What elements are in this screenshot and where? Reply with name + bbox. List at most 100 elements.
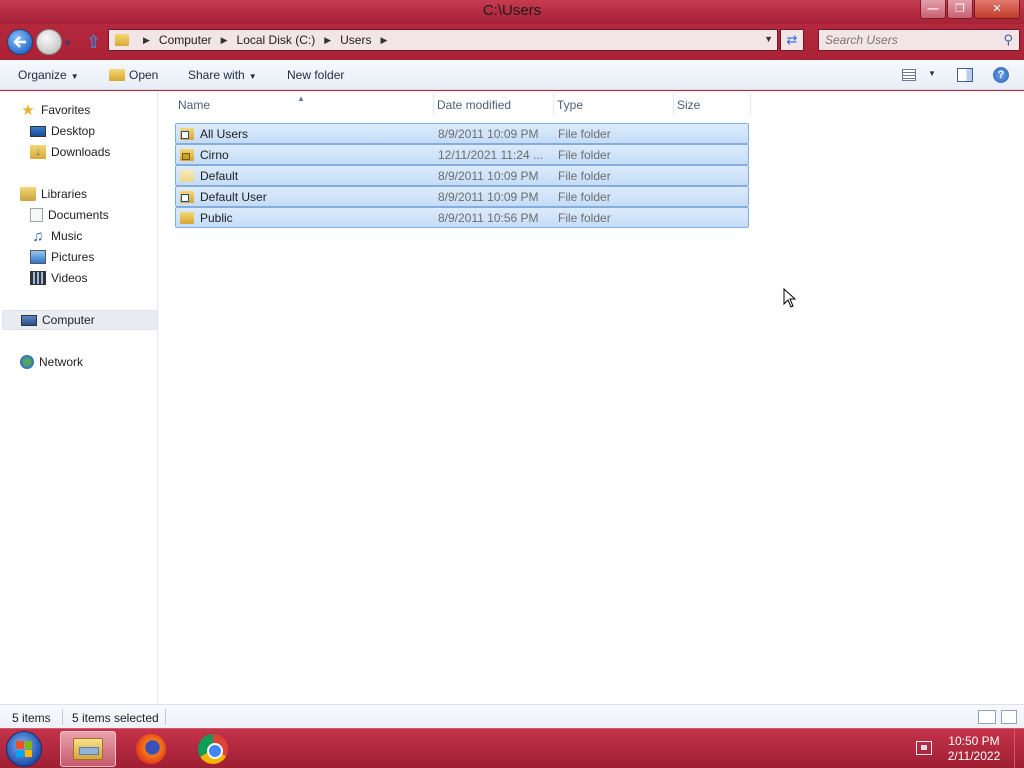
large-icons-view-icon[interactable]: [1001, 710, 1017, 724]
up-arrow-icon[interactable]: ⇧: [86, 32, 101, 53]
nav-videos[interactable]: Videos: [30, 268, 87, 288]
address-dropdown-icon[interactable]: ▼: [764, 34, 773, 44]
recent-pages-dropdown[interactable]: ▼: [63, 38, 72, 48]
nav-documents-label: Documents: [48, 208, 109, 222]
column-name-label: Name: [178, 98, 211, 112]
network-icon: [20, 355, 34, 369]
downloads-icon: ↓: [30, 145, 46, 159]
taskbar: 10:50 PM 2/11/2022: [0, 728, 1024, 768]
share-with-button[interactable]: Share with ▼: [188, 68, 257, 82]
firefox-icon: [136, 734, 166, 764]
selected-count: 5 items selected: [72, 711, 159, 725]
desktop-icon: [30, 125, 46, 137]
file-name-cell: Cirno: [176, 148, 435, 162]
breadcrumb-separator[interactable]: ▶: [380, 35, 387, 46]
refresh-button[interactable]: ⇄: [780, 29, 804, 51]
table-row[interactable]: All Users 8/9/2011 10:09 PM File folder: [175, 123, 749, 144]
file-name: Public: [200, 210, 233, 225]
nav-desktop-label: Desktop: [51, 124, 96, 138]
new-folder-label: New folder: [287, 68, 345, 82]
help-icon[interactable]: ?: [993, 67, 1009, 83]
new-folder-button[interactable]: New folder: [287, 68, 344, 82]
breadcrumb-users[interactable]: Users: [339, 33, 372, 47]
search-icon[interactable]: ⚲: [1003, 32, 1013, 48]
file-type: File folder: [558, 210, 611, 225]
table-row[interactable]: Public 8/9/2011 10:56 PM File folder: [175, 207, 749, 228]
breadcrumb-separator[interactable]: ▶: [221, 35, 228, 46]
breadcrumb-separator[interactable]: ▶: [324, 35, 331, 46]
pictures-icon: [30, 250, 46, 264]
address-bar[interactable]: ▶ Computer ▶ Local Disk (C:) ▶ Users ▶ ▼: [108, 29, 778, 51]
forward-button[interactable]: [36, 29, 62, 55]
open-folder-icon: [109, 69, 125, 81]
search-box[interactable]: ⚲: [818, 29, 1020, 51]
file-name: Default: [200, 168, 239, 183]
table-row[interactable]: Cirno 12/11/2021 11:24 ... File folder: [175, 144, 749, 165]
folder-icon: [180, 211, 194, 224]
details-view-icon[interactable]: [978, 710, 996, 724]
nav-computer-label: Computer: [42, 313, 95, 327]
open-button[interactable]: Open: [109, 68, 158, 82]
minimize-button[interactable]: —: [920, 0, 946, 19]
shortcut-folder-icon: [180, 127, 194, 140]
breadcrumb-separator[interactable]: ▶: [143, 35, 150, 46]
nav-libraries[interactable]: Libraries: [20, 184, 87, 204]
window-title: C:\Users: [482, 2, 542, 19]
open-label: Open: [129, 68, 159, 82]
breadcrumb-local-disk[interactable]: Local Disk (C:): [236, 33, 317, 47]
nav-pictures-label: Pictures: [51, 250, 95, 264]
search-input[interactable]: [825, 33, 995, 47]
nav-downloads-label: Downloads: [51, 145, 111, 159]
start-button[interactable]: [6, 731, 42, 767]
file-explorer-icon: [73, 738, 103, 760]
file-list-pane: Name ▲ Date modified Type Size All Users…: [159, 91, 1024, 704]
clock[interactable]: 10:50 PM 2/11/2022: [940, 734, 1008, 764]
chevron-down-icon: ▼: [248, 72, 257, 81]
minimize-icon: —: [927, 2, 939, 15]
close-button[interactable]: ✕: [974, 0, 1020, 19]
command-toolbar: Organize ▼ Open Share with ▼ New folder ▼ …: [0, 60, 1024, 90]
show-desktop-button[interactable]: [1014, 729, 1024, 768]
nav-network-label: Network: [39, 355, 84, 369]
table-row[interactable]: Default User 8/9/2011 10:09 PM File fold…: [175, 186, 749, 207]
share-with-label: Share with: [188, 68, 245, 82]
file-date: 8/9/2011 10:56 PM: [438, 210, 539, 225]
nav-desktop[interactable]: Desktop: [30, 121, 95, 141]
nav-downloads[interactable]: ↓ Downloads: [30, 142, 110, 162]
nav-network[interactable]: Network: [20, 352, 83, 372]
nav-favorites[interactable]: ★ Favorites: [20, 100, 90, 120]
nav-favorites-label: Favorites: [41, 103, 91, 117]
nav-computer[interactable]: Computer: [2, 310, 158, 330]
taskbar-chrome[interactable]: [185, 731, 241, 767]
videos-icon: [30, 271, 46, 285]
maximize-button[interactable]: ❐: [947, 0, 973, 19]
shortcut-folder-icon: [180, 190, 194, 203]
clock-time: 10:50 PM: [948, 734, 1000, 748]
column-type[interactable]: Type: [554, 93, 674, 117]
clock-date: 2/11/2022: [947, 749, 1001, 763]
table-row[interactable]: Default 8/9/2011 10:09 PM File folder: [175, 165, 749, 186]
change-view-icon[interactable]: [902, 69, 916, 81]
file-type: File folder: [558, 147, 611, 162]
taskbar-firefox[interactable]: [123, 731, 179, 767]
breadcrumb-computer[interactable]: Computer: [158, 33, 213, 47]
column-date-modified[interactable]: Date modified: [434, 93, 554, 117]
organize-button[interactable]: Organize ▼: [18, 68, 79, 82]
nav-music[interactable]: ♫ Music: [30, 226, 82, 246]
navigation-bar: ▼ ⇧ ▶ Computer ▶ Local Disk (C:) ▶ Users…: [0, 24, 1024, 60]
view-options-dropdown[interactable]: ▼: [928, 69, 936, 78]
status-bar: 5 items 5 items selected: [0, 704, 1024, 728]
nav-documents[interactable]: Documents: [30, 205, 109, 225]
column-size[interactable]: Size: [674, 93, 751, 117]
title-bar: C:\Users — ❐ ✕: [0, 0, 1024, 24]
network-tray-icon[interactable]: [916, 741, 932, 755]
preview-pane-icon[interactable]: [957, 68, 973, 82]
column-name[interactable]: Name ▲: [175, 93, 434, 117]
nav-pictures[interactable]: Pictures: [30, 247, 94, 267]
taskbar-explorer[interactable]: [60, 731, 116, 767]
back-button[interactable]: [7, 29, 33, 55]
file-name: Default User: [200, 189, 267, 204]
file-date: 8/9/2011 10:09 PM: [438, 168, 539, 183]
file-name: Cirno: [200, 147, 229, 162]
file-name-cell: Default User: [176, 190, 435, 204]
